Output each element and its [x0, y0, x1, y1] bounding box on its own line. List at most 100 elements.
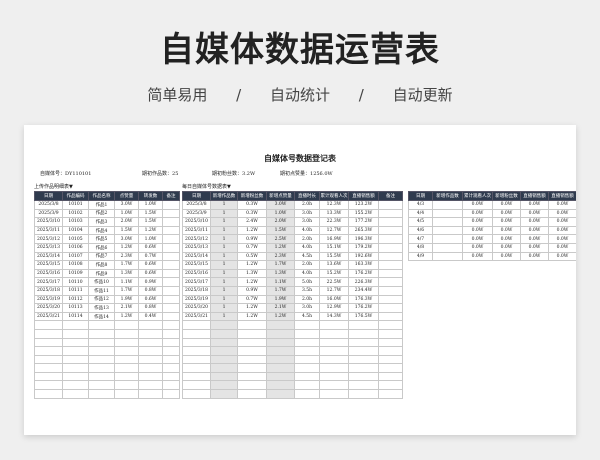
table-cell[interactable]: 4.0h [294, 268, 320, 279]
table-cell[interactable]: 1 [210, 217, 238, 227]
table-cell[interactable] [237, 346, 267, 356]
table-cell[interactable] [294, 380, 320, 391]
table-cell[interactable]: 4.0h [294, 242, 320, 253]
table-cell[interactable] [266, 363, 295, 373]
table-cell[interactable]: 0.3W [237, 208, 267, 219]
table-cell[interactable]: 10101 [62, 200, 89, 210]
table-cell[interactable]: 2025/3/12 [182, 234, 211, 244]
table-cell[interactable] [319, 346, 349, 356]
table-cell[interactable] [237, 363, 267, 373]
table-cell[interactable]: 14.3W [319, 311, 349, 322]
table-cell[interactable]: 0.0W [520, 225, 549, 236]
table-cell[interactable] [162, 285, 180, 296]
table-cell[interactable]: 4.5h [294, 311, 320, 322]
table-cell[interactable] [294, 363, 320, 373]
table-cell[interactable]: 0.0W [462, 234, 493, 244]
table-cell[interactable] [62, 380, 89, 391]
table-cell[interactable]: 作品6 [88, 242, 115, 253]
table-cell[interactable]: 1.2W [237, 225, 267, 236]
table-cell[interactable]: 作品9 [88, 268, 115, 279]
table-cell[interactable]: 0.7W [237, 242, 267, 253]
table-cell[interactable] [432, 234, 463, 244]
table-cell[interactable] [432, 217, 463, 227]
table-cell[interactable] [34, 389, 63, 399]
table-cell[interactable]: 2.3W [266, 251, 295, 262]
table-cell[interactable]: 1 [210, 285, 238, 296]
table-cell[interactable] [62, 328, 89, 339]
table-cell[interactable]: 0.0W [492, 200, 521, 210]
table-cell[interactable] [266, 354, 295, 365]
table-cell[interactable] [88, 389, 115, 399]
table-cell[interactable] [182, 354, 211, 365]
table-cell[interactable] [162, 260, 180, 270]
table-cell[interactable]: 10109 [62, 268, 89, 279]
table-cell[interactable]: 2025/3/13 [182, 242, 211, 253]
table-cell[interactable]: 0.0W [462, 217, 493, 227]
table-cell[interactable]: 2025/3/17 [182, 277, 211, 287]
table-cell[interactable]: 0.0W [462, 251, 493, 262]
table-cell[interactable]: 2025/3/10 [34, 217, 63, 227]
table-cell[interactable] [294, 354, 320, 365]
table-cell[interactable]: 13.3W [319, 208, 349, 219]
table-cell[interactable] [62, 363, 89, 373]
table-cell[interactable] [210, 337, 238, 348]
table-cell[interactable] [348, 328, 379, 339]
table-cell[interactable] [210, 371, 238, 382]
table-cell[interactable] [237, 354, 267, 365]
table-cell[interactable]: 1.2W [266, 242, 295, 253]
table-cell[interactable]: 作品7 [88, 251, 115, 262]
table-cell[interactable] [378, 285, 403, 296]
table-cell[interactable]: 1.3W [237, 268, 267, 279]
table-cell[interactable] [348, 337, 379, 348]
table-cell[interactable]: 1.2W [237, 311, 267, 322]
table-cell[interactable]: 4/4 [408, 208, 433, 219]
table-cell[interactable] [266, 320, 295, 330]
table-cell[interactable] [378, 200, 403, 210]
table-cell[interactable]: 1.3W [266, 268, 295, 279]
table-cell[interactable]: 0.0W [520, 242, 549, 253]
table-cell[interactable]: 2.4W [237, 217, 267, 227]
table-cell[interactable]: 2025/3/14 [34, 251, 63, 262]
table-cell[interactable] [182, 363, 211, 373]
table-cell[interactable]: 0.0W [520, 217, 549, 227]
table-cell[interactable] [162, 251, 180, 262]
table-cell[interactable]: 1.2W [138, 225, 163, 236]
table-cell[interactable]: 1.7W [114, 260, 139, 270]
table-cell[interactable] [266, 346, 295, 356]
table-cell[interactable]: 1.5W [138, 217, 163, 227]
table-cell[interactable]: 1.7W [266, 285, 295, 296]
table-cell[interactable]: 2025/3/12 [34, 234, 63, 244]
table-cell[interactable]: 1.5W [266, 225, 295, 236]
table-cell[interactable]: 1.7W [114, 285, 139, 296]
table-cell[interactable] [162, 311, 180, 322]
table-cell[interactable]: 10112 [62, 294, 89, 305]
table-cell[interactable]: 226.3W [348, 277, 379, 287]
table-cell[interactable] [138, 380, 163, 391]
table-cell[interactable] [378, 337, 403, 348]
section-works-label[interactable]: 上传作品明细表▼ [34, 183, 73, 190]
table-cell[interactable]: 1 [210, 234, 238, 244]
table-cell[interactable]: 1 [210, 311, 238, 322]
table-cell[interactable] [432, 242, 463, 253]
table-cell[interactable] [378, 251, 403, 262]
table-cell[interactable] [294, 371, 320, 382]
table-cell[interactable]: 4/9 [408, 251, 433, 262]
table-cell[interactable]: 0.0W [492, 208, 521, 219]
table-cell[interactable] [34, 380, 63, 391]
table-cell[interactable] [348, 363, 379, 373]
table-cell[interactable] [266, 389, 295, 399]
table-cell[interactable]: 0.9W [237, 234, 267, 244]
table-cell[interactable] [210, 363, 238, 373]
table-cell[interactable]: 15.1W [319, 242, 349, 253]
table-cell[interactable] [378, 346, 403, 356]
table-cell[interactable]: 2.0h [294, 200, 320, 210]
table-cell[interactable] [138, 363, 163, 373]
table-cell[interactable]: 0.6W [138, 242, 163, 253]
table-cell[interactable] [138, 337, 163, 348]
table-cell[interactable]: 作品10 [88, 277, 115, 287]
table-cell[interactable] [266, 337, 295, 348]
table-cell[interactable]: 1.7W [266, 260, 295, 270]
table-cell[interactable]: 22.5W [319, 277, 349, 287]
table-cell[interactable]: 2.0h [294, 294, 320, 305]
table-cell[interactable]: 2025/3/19 [182, 294, 211, 305]
